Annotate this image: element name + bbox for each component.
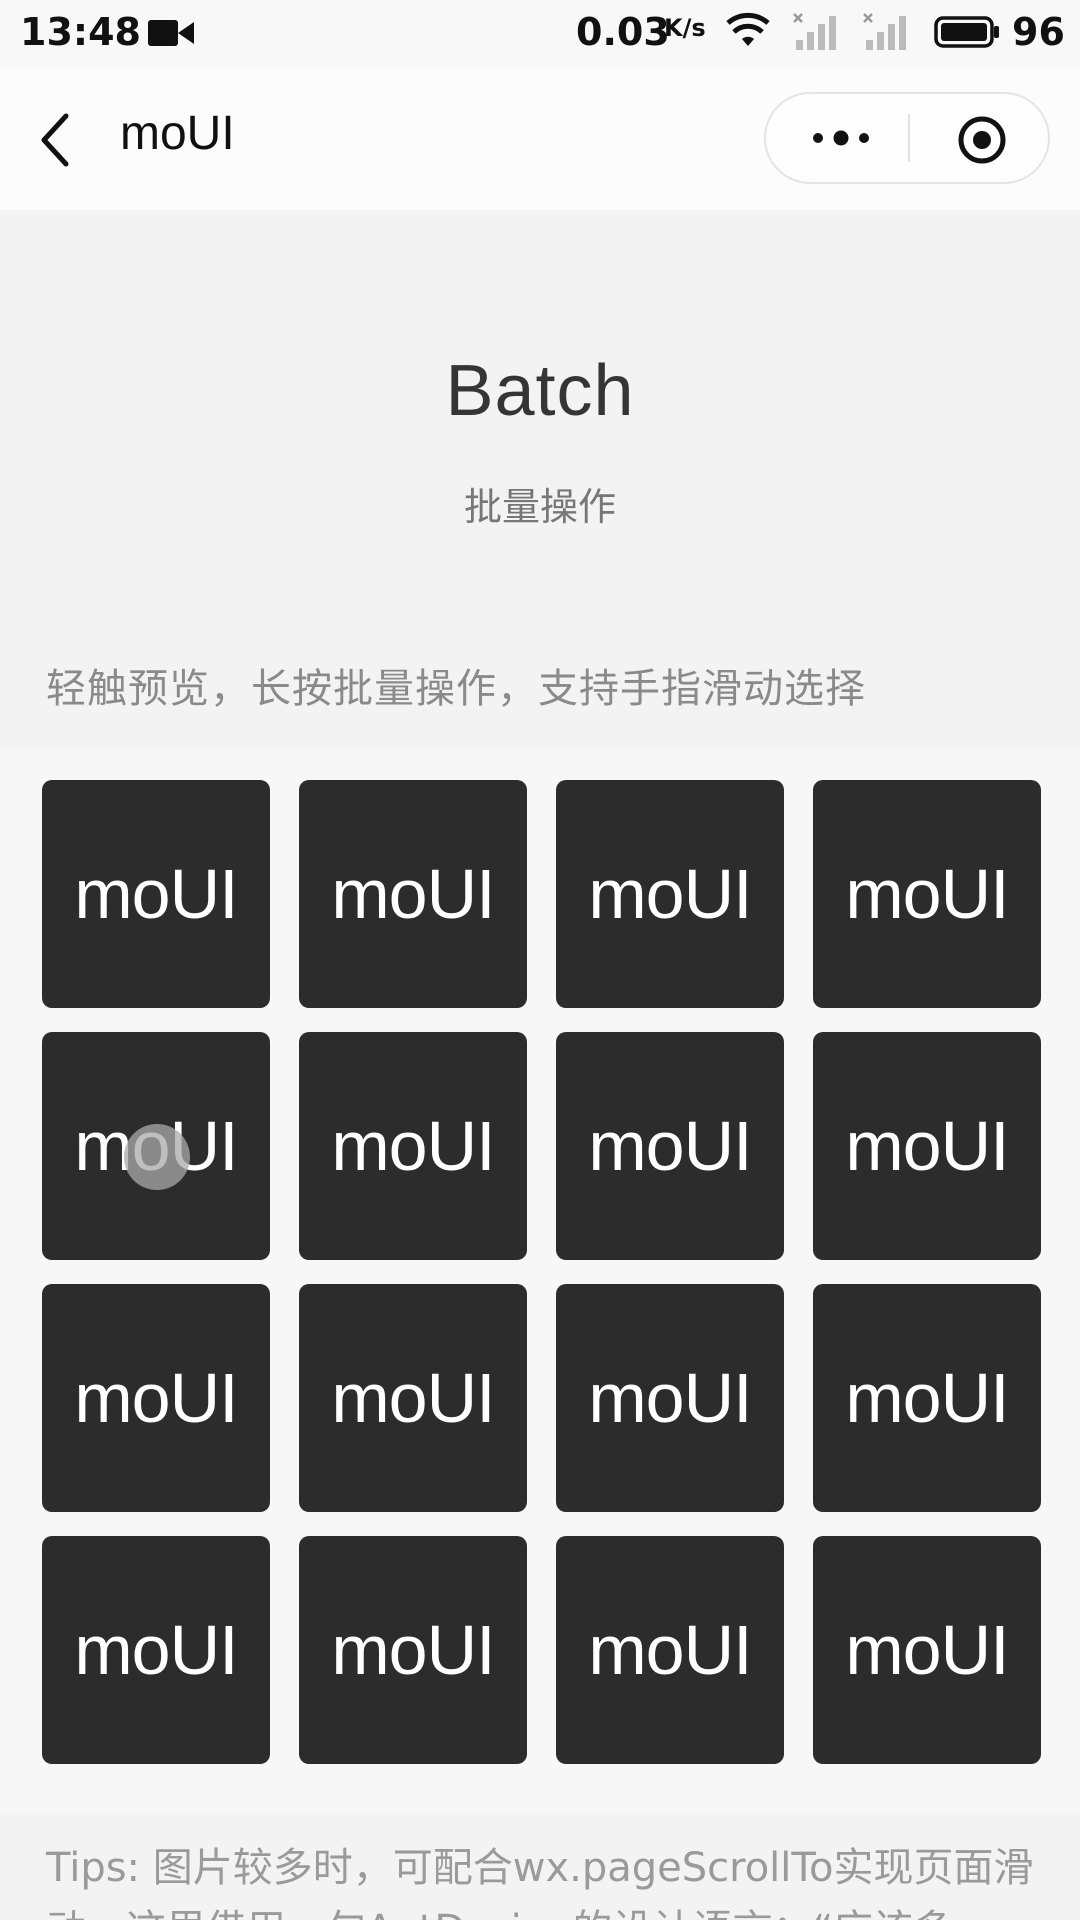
status-time: 13:48 (20, 10, 141, 54)
tile-label: moUI (74, 1611, 238, 1689)
image-tile[interactable]: moUI (299, 1536, 527, 1764)
back-arrow-icon[interactable] (36, 110, 76, 170)
image-tile[interactable]: moUI (556, 1032, 784, 1260)
signal-icon (793, 13, 836, 50)
image-grid: moUI moUI moUI moUI moUI moUI moUI moUI … (42, 780, 1042, 1764)
image-tile[interactable]: moUI (299, 1032, 527, 1260)
tile-label: moUI (845, 1611, 1009, 1689)
video-camera-icon (148, 20, 194, 46)
nav-title: moUI (120, 107, 235, 160)
image-tile[interactable]: moUI (556, 1284, 784, 1512)
tile-label: moUI (74, 1359, 238, 1437)
more-options-icon[interactable] (806, 118, 876, 158)
image-tile[interactable]: moUI (813, 1284, 1041, 1512)
status-bar: 13:48 0.03 K/s 96 (0, 0, 1080, 68)
wifi-icon (726, 12, 770, 46)
signal-icon (863, 13, 906, 50)
image-tile[interactable]: moUI (556, 1536, 784, 1764)
image-tile[interactable]: moUI (42, 1284, 270, 1512)
mini-program-capsule (764, 92, 1050, 184)
tile-label: moUI (331, 1107, 495, 1185)
tile-label: moUI (845, 1107, 1009, 1185)
tile-label: moUI (845, 1359, 1009, 1437)
page-title: Batch (445, 351, 635, 431)
image-tile[interactable]: moUI (42, 780, 270, 1008)
net-speed-unit: K/s (664, 14, 706, 42)
touch-indicator (124, 1124, 190, 1190)
tile-label: moUI (331, 1359, 495, 1437)
tips-text: Tips: 图片较多时，可配合wx.pageScrollTo实现页面滑动，这里借… (46, 1845, 1034, 1920)
net-speed: 0.03 (576, 10, 670, 54)
tile-label: moUI (331, 855, 495, 933)
tile-label: moUI (588, 855, 752, 933)
image-tile[interactable]: moUI (813, 1032, 1041, 1260)
image-tile[interactable]: moUI (42, 1032, 270, 1260)
image-tile[interactable]: moUI (813, 780, 1041, 1008)
image-tile[interactable]: moUI (299, 1284, 527, 1512)
tile-label: moUI (331, 1611, 495, 1689)
image-tile[interactable]: moUI (556, 780, 784, 1008)
image-tile[interactable]: moUI (813, 1536, 1041, 1764)
battery-icon (934, 16, 999, 48)
tile-label: moUI (588, 1107, 752, 1185)
page-subtitle: 批量操作 (463, 485, 616, 529)
tile-label: moUI (74, 855, 238, 933)
image-tile[interactable]: moUI (42, 1536, 270, 1764)
capsule-divider (908, 114, 910, 162)
battery-level: 96 (1012, 10, 1065, 54)
tile-label: moUI (845, 855, 1009, 933)
tips-section: Tips: 图片较多时，可配合wx.pageScrollTo实现页面滑动，这里借… (0, 1815, 1080, 1920)
close-mini-program-icon[interactable] (956, 114, 1008, 166)
page-header: Batch 批量操作 轻触预览，长按批量操作，支持手指滑动选择 (0, 210, 1080, 750)
tile-label: moUI (588, 1611, 752, 1689)
image-tile[interactable]: moUI (299, 780, 527, 1008)
app-screen: 13:48 0.03 K/s 96 moUI Batch 批量操作 轻触预览，长… (0, 0, 1080, 1920)
instruction-text: 轻触预览，长按批量操作，支持手指滑动选择 (46, 666, 866, 712)
nav-bar: moUI (0, 68, 1080, 210)
tile-label: moUI (588, 1359, 752, 1437)
